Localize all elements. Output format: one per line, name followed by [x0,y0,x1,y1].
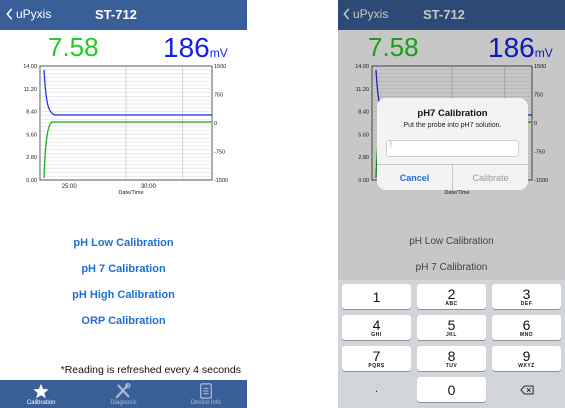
key-letters: PQRS [368,362,385,369]
key-letters: WXYZ [518,362,535,369]
backspace-icon [519,385,534,394]
right-axis-tick-label: 0 [214,121,217,127]
tab-diagnosis[interactable]: Diagnosis [82,380,164,408]
left-axis-tick-label: 8.40 [26,110,37,116]
dialog-actions: Cancel Calibrate [377,164,528,190]
keypad-key-9[interactable]: 9 WXYZ [492,346,561,371]
ph7-calibration-link[interactable]: pH 7 Calibration [0,263,247,275]
dialog-title: pH7 Calibration [417,108,488,119]
ph-high-calibration-link[interactable]: pH High Calibration [0,289,247,301]
key-digit: 2 [447,285,456,302]
key-letters: ABC [445,300,458,307]
key-letters: GHI [371,331,382,338]
right-axis-tick-label: -1500 [214,178,228,184]
tab-bar: Calibration Diagnosis Device Info [0,380,247,408]
tab-device-info[interactable]: Device Info [165,380,247,408]
left-axis-tick-label: 11.20 [24,87,37,93]
key-digit: 0 [447,381,456,398]
key-digit: . [375,383,378,395]
keypad-key-8[interactable]: 8 TUV [417,346,486,371]
left-axis-tick-label: 5.60 [26,132,37,138]
key-digit: 8 [447,347,456,364]
dialog-message: Put the probe into pH7 solution. [403,122,502,129]
keypad-key-0[interactable]: 0 [417,377,486,402]
refresh-note: *Reading is refreshed every 4 seconds [60,364,241,376]
device-info-icon [199,383,212,399]
key-digit: 1 [372,288,381,305]
calibration-value-input[interactable]: | [386,140,519,157]
ph-mv-trend-chart: 14.00 11.20 8.40 5.60 2.80 0.00 1500 750 0 -750 -1… [23,64,228,196]
tab-label: Device Info [190,400,221,406]
key-digit: 6 [522,316,531,333]
keypad-key-decimal[interactable]: . [342,377,411,402]
ph-low-calibration-link[interactable]: pH Low Calibration [0,237,247,249]
key-letters: TUV [445,362,458,369]
key-digit: 9 [522,347,531,364]
navigation-bar: uPyxis ST-712 [0,0,247,30]
keypad-key-2[interactable]: 2 ABC [417,284,486,309]
right-axis-tick-label: 750 [214,93,223,99]
key-letters: DEF [520,300,533,307]
keypad-key-1[interactable]: 1 [342,284,411,309]
calibrate-button[interactable]: Calibrate [453,165,528,190]
keypad-key-3[interactable]: 3 DEF [492,284,561,309]
key-digit: 4 [372,316,381,333]
chevron-left-icon [6,8,13,20]
left-axis-tick-label: 14.00 [23,64,37,70]
keypad-key-7[interactable]: 7 PQRS [342,346,411,371]
key-digit: 7 [372,347,381,364]
keypad-key-5[interactable]: 5 JKL [417,315,486,340]
ph7-calibration-dialog: pH7 Calibration Put the probe into pH7 s… [377,98,528,190]
calibration-screen: uPyxis ST-712 7.58 186mV 14.00 11.20 8.40 5… [0,0,247,408]
key-digit: 5 [447,316,456,333]
back-button[interactable]: uPyxis [5,7,51,21]
cancel-button[interactable]: Cancel [377,165,453,190]
right-axis-tick-label: 1500 [214,64,226,70]
calibration-dialog-screen: uPyxis ST-712 7.58 186mV 14.00 11.20 8.40 5… [338,0,565,408]
star-icon [33,383,49,399]
key-letters: JKL [446,331,457,338]
x-axis-tick-label: 25:00 [62,184,78,190]
tab-label: Diagnosis [110,400,137,406]
key-digit: 3 [522,285,531,302]
backspace-key[interactable] [492,377,561,402]
key-letters: MNO [519,331,534,338]
back-label: uPyxis [16,7,52,21]
right-axis-tick-label: -750 [214,150,225,156]
tab-label: Calibration [26,400,56,406]
tools-icon [116,383,132,399]
orp-calibration-link[interactable]: ORP Calibration [0,315,247,327]
numeric-keypad: 1 2 ABC 3 DEF 4 GHI 5 JKL 6 MNO 7 PQRS 8 TUV 9 WXYZ. 0 [338,280,565,408]
page-title: ST-712 [95,7,137,22]
left-axis-tick-label: 0.00 [26,178,37,184]
x-axis-label: Date/Time [118,190,143,196]
keypad-key-6[interactable]: 6 MNO [492,315,561,340]
keypad-key-4[interactable]: 4 GHI [342,315,411,340]
tab-calibration[interactable]: Calibration [0,380,82,408]
left-axis-tick-label: 2.80 [26,155,37,161]
